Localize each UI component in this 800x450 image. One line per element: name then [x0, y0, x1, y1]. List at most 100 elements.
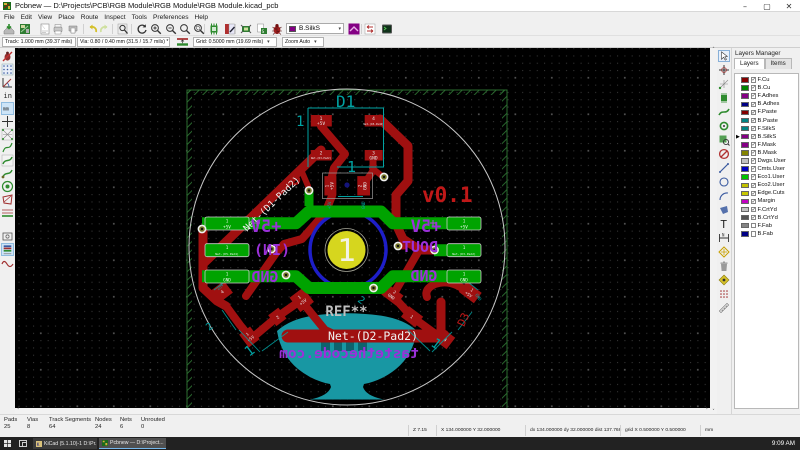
- layer-visibility-checkbox[interactable]: [751, 166, 757, 172]
- layer-visibility-checkbox[interactable]: [751, 174, 757, 180]
- vertical-scrollbar[interactable]: ˄ ˅: [710, 48, 717, 414]
- swap-footprints-icon[interactable]: [364, 23, 376, 35]
- layer-visibility-checkbox[interactable]: [751, 77, 757, 83]
- menu-place[interactable]: Place: [58, 14, 75, 21]
- scroll-left-icon[interactable]: ˂: [17, 409, 20, 413]
- layer-visibility-checkbox[interactable]: [751, 85, 757, 91]
- layer-visibility-checkbox[interactable]: [751, 118, 757, 124]
- add-zone-icon[interactable]: [718, 134, 730, 146]
- add-via-icon[interactable]: [718, 120, 730, 132]
- menu-inspect[interactable]: Inspect: [104, 14, 125, 21]
- plot-icon[interactable]: [67, 23, 79, 35]
- layer-visibility-checkbox[interactable]: [751, 126, 757, 132]
- layer-row[interactable]: B.Fab: [735, 230, 798, 238]
- tab-layers[interactable]: Layers: [734, 58, 765, 69]
- layer-row[interactable]: Cmts.User: [735, 165, 798, 173]
- layer-row[interactable]: F.Adhes: [735, 92, 798, 100]
- layer-visibility-checkbox[interactable]: [751, 223, 757, 229]
- menu-tools[interactable]: Tools: [132, 14, 147, 21]
- layer-row[interactable]: F.SilkS: [735, 125, 798, 133]
- menu-edit[interactable]: Edit: [21, 14, 32, 21]
- add-dimension-icon[interactable]: N: [718, 232, 730, 244]
- units-inch-icon[interactable]: in: [1, 89, 14, 102]
- layer-row[interactable]: Eco2.User: [735, 181, 798, 189]
- delete-tool-icon[interactable]: [718, 260, 730, 272]
- layer-row-selected[interactable]: ▶B.SilkS: [735, 133, 798, 141]
- print-icon[interactable]: [52, 23, 64, 35]
- layer-visibility-checkbox[interactable]: [751, 110, 757, 116]
- layers-manager-toggle-icon[interactable]: [348, 23, 360, 35]
- save-icon[interactable]: [3, 23, 15, 35]
- zoom-fit-icon[interactable]: [179, 23, 191, 35]
- layer-row[interactable]: Margin: [735, 197, 798, 205]
- close-button[interactable]: ✕: [778, 0, 800, 12]
- add-circle-icon[interactable]: [718, 176, 730, 188]
- drc-off-icon[interactable]: [1, 50, 14, 63]
- python-console-icon[interactable]: [381, 23, 393, 35]
- measure-tool-icon[interactable]: [718, 302, 730, 314]
- layer-visibility-checkbox[interactable]: [751, 158, 757, 164]
- zone-fill-icon[interactable]: [1, 180, 14, 193]
- layer-row[interactable]: F.Cu: [735, 76, 798, 84]
- track-width-dropdown[interactable]: Track: 1.000 mm (39.37 mils) ▾: [2, 37, 76, 47]
- highlight-net-tool-icon[interactable]: [718, 64, 730, 76]
- scroll-up-icon[interactable]: ˄: [712, 48, 715, 52]
- add-arc-icon[interactable]: [718, 190, 730, 202]
- layer-visibility-checkbox[interactable]: [751, 191, 757, 197]
- layer-visibility-checkbox[interactable]: [751, 142, 757, 148]
- layer-row[interactable]: B.Mask: [735, 149, 798, 157]
- find-icon[interactable]: [117, 23, 129, 35]
- task-view-button[interactable]: [19, 440, 27, 447]
- auto-track-width-icon[interactable]: [176, 36, 189, 48]
- maximize-button[interactable]: ▢: [756, 0, 778, 12]
- layer-visibility-checkbox[interactable]: [751, 134, 757, 140]
- layer-row[interactable]: F.Paste: [735, 108, 798, 116]
- layer-row[interactable]: F.CrtYd: [735, 206, 798, 214]
- curved-ratsnest-icon[interactable]: [1, 141, 14, 154]
- layer-row[interactable]: B.Paste: [735, 116, 798, 124]
- refresh-icon[interactable]: [136, 23, 148, 35]
- layer-visibility-checkbox[interactable]: [751, 199, 757, 205]
- ratsnest-visibility-icon[interactable]: [1, 128, 14, 141]
- import-netlist-icon[interactable]: S: [256, 23, 268, 35]
- layer-row[interactable]: Dwgs.User: [735, 157, 798, 165]
- start-button[interactable]: [4, 440, 11, 447]
- scroll-right-icon[interactable]: ˃: [706, 409, 709, 413]
- taskbar-kicad-button[interactable]: K KiCad (5.1.10)-1 D:\Pr...: [33, 438, 97, 449]
- drc-icon[interactable]: [271, 23, 283, 35]
- pcb-canvas[interactable]: 1 +5V 4 Net-(D5-Pad4) 2 Net-(D3-Pad2) 3 …: [15, 48, 710, 408]
- high-contrast-icon[interactable]: [1, 243, 14, 256]
- layer-visibility-checkbox[interactable]: [751, 93, 757, 99]
- layer-visibility-checkbox[interactable]: [751, 215, 757, 221]
- grid-visibility-icon[interactable]: [1, 63, 14, 76]
- layer-row[interactable]: B.Cu: [735, 84, 798, 92]
- drill-origin-icon[interactable]: [718, 274, 730, 286]
- minimize-button[interactable]: –: [734, 0, 756, 12]
- layer-row[interactable]: F.Fab: [735, 222, 798, 230]
- zoom-dropdown[interactable]: Zoom Auto ▾: [282, 37, 324, 47]
- cursor-shape-icon[interactable]: [1, 115, 14, 128]
- polar-coords-icon[interactable]: [1, 76, 14, 89]
- layer-row[interactable]: Edge.Cuts: [735, 189, 798, 197]
- via-size-dropdown[interactable]: Via: 0.80 / 0.40 mm (31.5 / 15.7 mils) *…: [77, 37, 170, 47]
- zoom-in-icon[interactable]: [150, 23, 162, 35]
- menu-view[interactable]: View: [38, 14, 52, 21]
- menu-help[interactable]: Help: [195, 14, 209, 21]
- layer-row[interactable]: Eco1.User: [735, 173, 798, 181]
- update-pcb-icon[interactable]: [240, 23, 252, 35]
- redo-icon[interactable]: [98, 23, 110, 35]
- zoom-out-icon[interactable]: [165, 23, 177, 35]
- layer-row[interactable]: B.Adhes: [735, 100, 798, 108]
- menu-preferences[interactable]: Preferences: [153, 14, 189, 21]
- page-settings-icon[interactable]: [39, 23, 51, 35]
- select-tool-icon[interactable]: [718, 50, 730, 62]
- footprint-editor-icon[interactable]: [208, 23, 220, 35]
- tab-items[interactable]: Items: [765, 58, 792, 69]
- taskbar-pcbnew-button[interactable]: Pcbnew — D:\Project...: [99, 438, 166, 449]
- layer-visibility-checkbox[interactable]: [751, 207, 757, 213]
- menu-route[interactable]: Route: [81, 14, 99, 21]
- outline-mode-icon[interactable]: [1, 256, 14, 269]
- route-tracks-icon[interactable]: [718, 106, 730, 118]
- layer-selector-dropdown[interactable]: B.SilkS ▾: [286, 23, 344, 34]
- units-mm-icon[interactable]: mm: [1, 102, 14, 115]
